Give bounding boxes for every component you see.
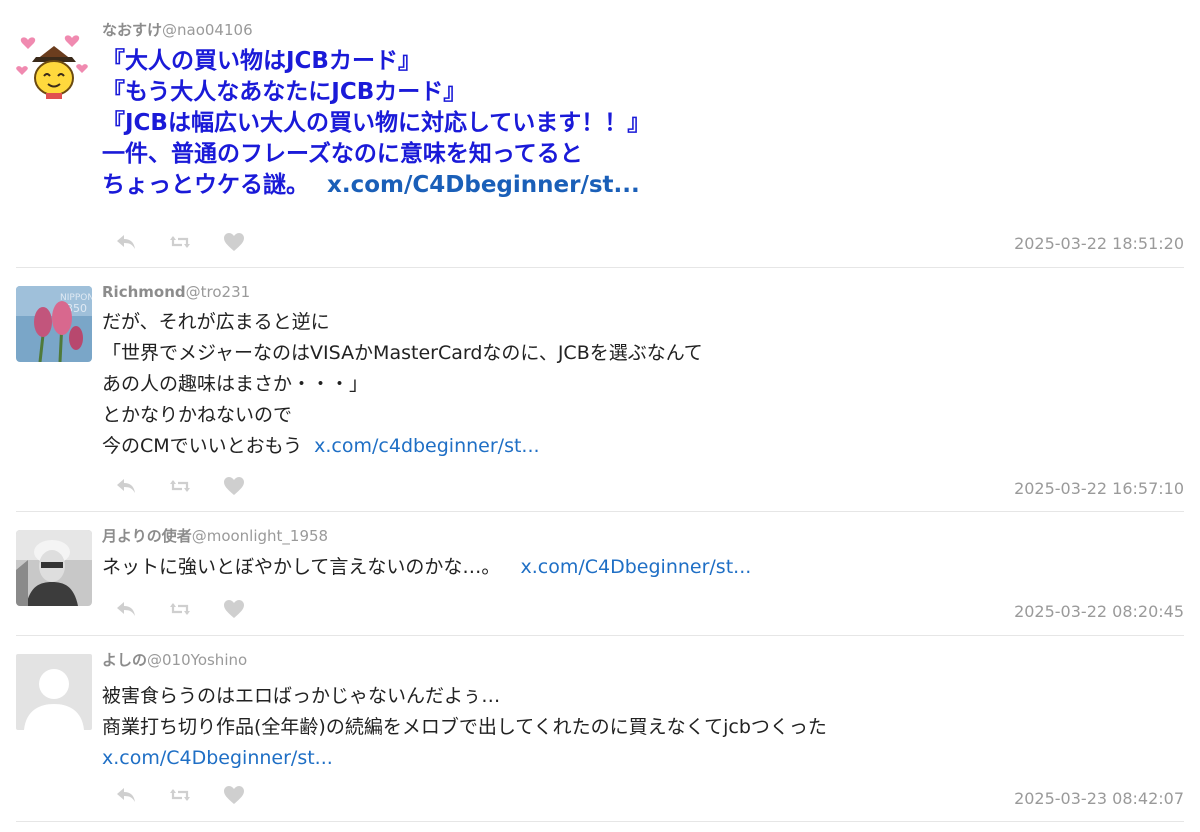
tweet-link[interactable]: x.com/C4Dbeginner/st...: [327, 172, 640, 198]
author-name[interactable]: 月よりの使者: [102, 527, 192, 545]
tweet-actions: [112, 598, 248, 620]
reply-icon[interactable]: [112, 598, 140, 620]
tweet-actions: [112, 475, 248, 497]
timestamp[interactable]: 2025-03-22 08:20:45: [1014, 602, 1184, 621]
avatar[interactable]: NIPPON 350: [16, 286, 92, 362]
retweet-icon[interactable]: [166, 598, 194, 620]
heart-icon[interactable]: [220, 475, 248, 497]
author-name[interactable]: なおすけ: [102, 21, 162, 39]
tweet-text-line: 商業打ち切り作品(全年齢)の続編をメロブで出してくれたのに買えなくてjcbつくっ…: [102, 716, 827, 738]
tweet-text-line: 一件、普通のフレーズなのに意味を知ってると: [102, 141, 583, 167]
tweet-text-line: ちょっとウケる謎。 x.com/C4Dbeginner/st...: [102, 170, 1184, 201]
retweet-icon[interactable]: [166, 784, 194, 806]
author-name[interactable]: よしの: [102, 651, 147, 669]
tweet-link[interactable]: x.com/c4dbeginner/st...: [314, 435, 539, 457]
author-line: よしの@010Yoshino: [102, 650, 1184, 670]
tweet-text-line: だが、それが広まると逆に: [102, 311, 330, 333]
retweet-icon[interactable]: [166, 475, 194, 497]
author-line: Richmond@tro231: [102, 282, 1184, 302]
tweet-item: NIPPON 350 Richmond@tro231 だが、それが広まると逆に …: [16, 268, 1184, 512]
retweet-icon[interactable]: [166, 231, 194, 253]
author-handle[interactable]: @moonlight_1958: [192, 527, 328, 545]
tweet-text-line: 「世界でメジャーなのはVISAかMasterCardなのに、JCBを選ぶなんて: [102, 342, 703, 364]
tweet-text-line: x.com/C4Dbeginner/st...: [102, 743, 1184, 774]
heart-icon[interactable]: [220, 231, 248, 253]
timestamp[interactable]: 2025-03-22 18:51:20: [1014, 234, 1184, 253]
tweet-actions: [112, 231, 248, 253]
timestamp[interactable]: 2025-03-22 16:57:10: [1014, 479, 1184, 498]
author-handle[interactable]: @tro231: [186, 283, 251, 301]
tweet-text-last: ちょっとウケる謎。: [102, 172, 309, 198]
timestamp[interactable]: 2025-03-23 08:42:07: [1014, 789, 1184, 808]
tweet-text-line: あの人の趣味はまさか・・・」: [102, 373, 369, 395]
author-handle[interactable]: @010Yoshino: [147, 651, 247, 669]
author-line: なおすけ@nao04106: [102, 20, 1184, 40]
tweet-item: よしの@010Yoshino 被害食らうのはエロばっかじゃないんだよぅ… 商業打…: [16, 636, 1184, 822]
tweet-text-last: ネットに強いとぼやかして言えないのかな…。: [102, 556, 501, 578]
tweet-text-line: 『もう大人なあなたにJCBカード』: [102, 79, 467, 105]
heart-icon[interactable]: [220, 784, 248, 806]
tweet-text-line: 今のCMでいいとおもう x.com/c4dbeginner/st...: [102, 431, 1184, 462]
tweet-feed: なおすけ@nao04106 『大人の買い物はJCBカード』 『もう大人なあなたに…: [0, 0, 1200, 832]
tweet-text-line: 『JCBは幅広い大人の買い物に対応しています！！』: [102, 110, 651, 136]
tweet-text-last: 今のCMでいいとおもう: [102, 435, 303, 457]
reply-icon[interactable]: [112, 784, 140, 806]
avatar[interactable]: [16, 26, 92, 102]
tweet-item: 月よりの使者@moonlight_1958 ネットに強いとぼやかして言えないのか…: [16, 512, 1184, 636]
heart-icon[interactable]: [220, 598, 248, 620]
tweet-actions: [112, 784, 248, 806]
author-line: 月よりの使者@moonlight_1958: [102, 526, 1184, 546]
tweet-text-line: 『大人の買い物はJCBカード』: [102, 48, 421, 74]
reply-icon[interactable]: [112, 475, 140, 497]
reply-icon[interactable]: [112, 231, 140, 253]
avatar[interactable]: [16, 654, 92, 730]
author-handle[interactable]: @nao04106: [162, 21, 253, 39]
tweet-link[interactable]: x.com/C4Dbeginner/st...: [520, 556, 751, 578]
tweet-text-line: ネットに強いとぼやかして言えないのかな…。 x.com/C4Dbeginner/…: [102, 552, 1184, 583]
avatar[interactable]: [16, 530, 92, 606]
tweet-item: なおすけ@nao04106 『大人の買い物はJCBカード』 『もう大人なあなたに…: [16, 0, 1184, 268]
tweet-text-line: とかなりかねないので: [102, 404, 293, 426]
author-name[interactable]: Richmond: [102, 283, 186, 301]
tweet-text-line: 被害食らうのはエロばっかじゃないんだよぅ…: [102, 685, 501, 707]
tweet-link[interactable]: x.com/C4Dbeginner/st...: [102, 747, 333, 769]
